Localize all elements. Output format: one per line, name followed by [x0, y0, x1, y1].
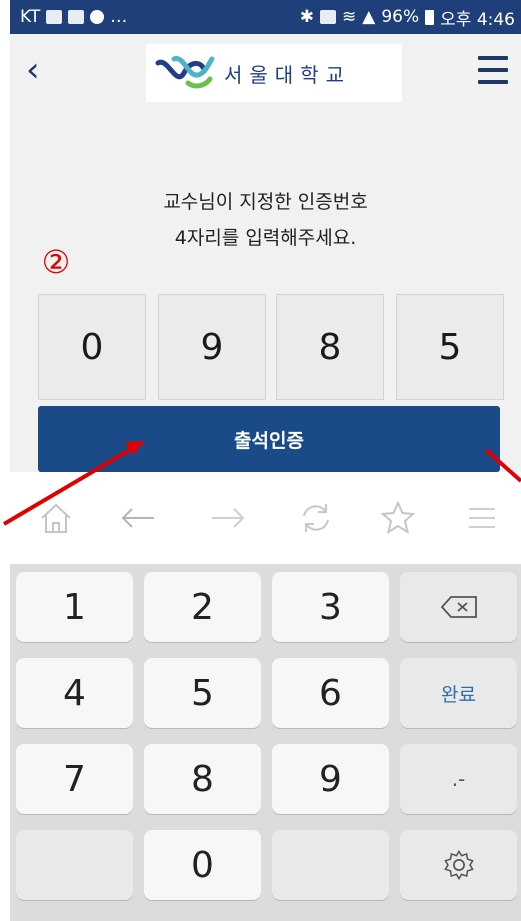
- battery-icon: [425, 9, 435, 25]
- chevron-left-icon: ‹: [26, 50, 40, 90]
- app-header: ‹ 서울대학교: [10, 34, 521, 110]
- signal-icon: ▲: [362, 7, 376, 27]
- key-3[interactable]: 3: [272, 572, 389, 642]
- key-5[interactable]: 5: [144, 658, 261, 728]
- digit-box-4[interactable]: 5: [396, 294, 504, 400]
- done-label: 완료: [441, 683, 476, 706]
- instruction-line-2: 4자리를 입력해주세요.: [174, 227, 357, 249]
- back-arrow-button[interactable]: [114, 494, 162, 542]
- back-button[interactable]: ‹: [26, 50, 56, 90]
- wifi-icon: ≋: [342, 7, 357, 27]
- menu-line: [478, 80, 508, 84]
- key-9[interactable]: 9: [272, 744, 389, 814]
- chat-notification-icon: [90, 10, 105, 24]
- annotation-number: ②: [41, 243, 71, 281]
- message-notification-icon: [68, 10, 85, 24]
- attendance-app: ‹ 서울대학교 교수님이 지정한 인증번호 4자리를 입력해주세요. ② 0 9…: [10, 34, 521, 474]
- status-bar: KT … ✱ ≋ ▲ 96% 오후 4:46: [10, 0, 521, 34]
- menu-button[interactable]: [478, 56, 508, 84]
- key-1[interactable]: 1: [16, 572, 133, 642]
- more-notifications-icon: …: [110, 7, 128, 27]
- menu-icon: [469, 508, 495, 528]
- hd-icon: [320, 10, 337, 24]
- instruction-text: 교수님이 지정한 인증번호 4자리를 입력해주세요.: [10, 184, 521, 256]
- key-8[interactable]: 8: [144, 744, 261, 814]
- key-4[interactable]: 4: [16, 658, 133, 728]
- status-bar-right: ✱ ≋ ▲ 96% 오후 4:46: [300, 5, 515, 30]
- refresh-icon: [303, 504, 329, 532]
- backspace-icon: [440, 596, 477, 618]
- browser-nav-bar: [0, 472, 521, 564]
- star-icon: [380, 500, 416, 535]
- backspace-key[interactable]: [400, 572, 517, 642]
- browser-menu-button[interactable]: [458, 494, 506, 542]
- refresh-button[interactable]: [292, 494, 340, 542]
- digit-box-2[interactable]: 9: [158, 294, 266, 400]
- forward-arrow-icon: [212, 508, 245, 528]
- logo-mark-icon: [155, 56, 215, 89]
- forward-arrow-button[interactable]: [204, 494, 252, 542]
- menu-line: [478, 68, 508, 72]
- numeric-keypad: 1 2 3 4 5 6 완료 7 8 9 .- 0: [10, 564, 521, 921]
- digit-box-3[interactable]: 8: [276, 294, 384, 400]
- done-key[interactable]: 완료: [400, 658, 517, 728]
- bookmark-button[interactable]: [374, 494, 422, 542]
- carrier-label: KT: [20, 7, 41, 27]
- university-logo: 서울대학교: [146, 44, 402, 102]
- key-6[interactable]: 6: [272, 658, 389, 728]
- punctuation-label: .-: [451, 767, 466, 791]
- keyboard-settings-key[interactable]: [400, 830, 517, 900]
- logo-text: 서울대학교: [224, 62, 351, 87]
- blank-key: [16, 830, 133, 900]
- hamburger-menu-icon: [478, 56, 508, 60]
- bluetooth-icon: ✱: [299, 7, 315, 27]
- battery-percent: 96%: [381, 7, 420, 27]
- gallery-notification-icon: [46, 10, 63, 24]
- gear-icon: [443, 849, 474, 881]
- blank-key: [272, 830, 389, 900]
- status-bar-left: KT …: [20, 7, 127, 27]
- home-icon: [41, 503, 71, 533]
- key-7[interactable]: 7: [16, 744, 133, 814]
- home-button[interactable]: [32, 494, 80, 542]
- clock: 오후 4:46: [440, 9, 515, 30]
- digit-box-1[interactable]: 0: [38, 294, 146, 400]
- key-2[interactable]: 2: [144, 572, 261, 642]
- punctuation-key[interactable]: .-: [400, 744, 517, 814]
- back-arrow-icon: [121, 508, 154, 528]
- attendance-confirm-button[interactable]: 출석인증: [38, 406, 500, 472]
- key-0[interactable]: 0: [144, 830, 261, 900]
- instruction-line-1: 교수님이 지정한 인증번호: [163, 191, 368, 213]
